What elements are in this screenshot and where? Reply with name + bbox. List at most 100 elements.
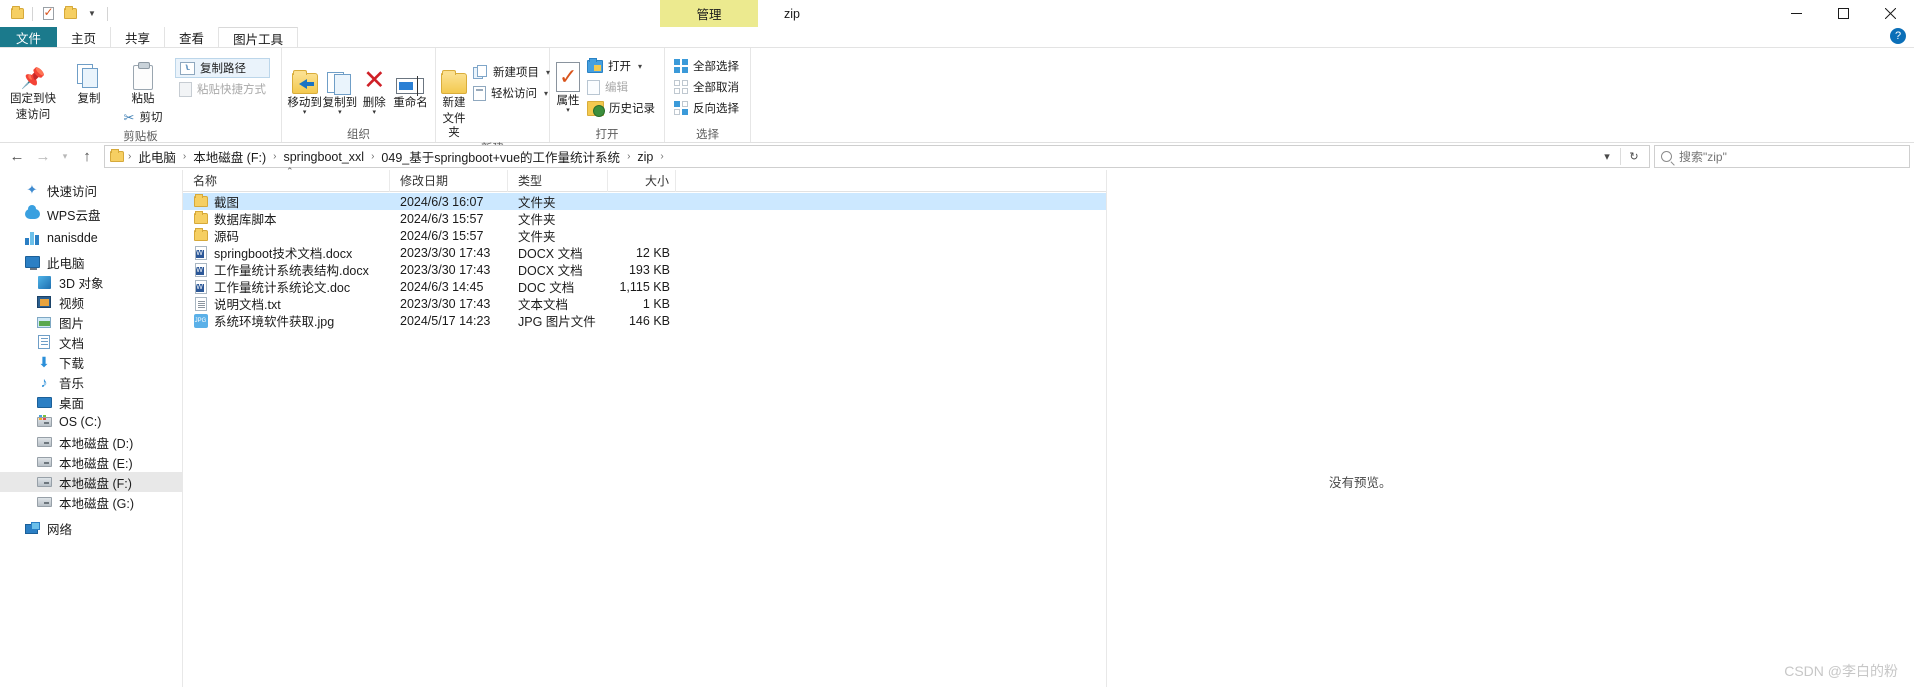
chevron-down-icon[interactable]: ▾ <box>638 62 642 71</box>
sidebar-item-music[interactable]: ♪ 音乐 <box>0 372 182 392</box>
sidebar-item-drive-d[interactable]: 本地磁盘 (D:) <box>0 432 182 452</box>
sidebar-item-wps-cloud[interactable]: WPS云盘 <box>0 204 182 224</box>
chevron-down-icon[interactable]: ▾ <box>373 109 377 116</box>
tab-share[interactable]: 共享 <box>111 27 166 48</box>
sidebar-item-network[interactable]: 网络 <box>0 518 182 538</box>
history-button[interactable]: 历史记录 <box>583 98 659 118</box>
window-title: zip <box>784 6 800 21</box>
table-row[interactable]: 工作量统计系统表结构.docx 2023/3/30 17:43 DOCX 文档 … <box>183 261 1106 278</box>
invert-selection-button[interactable]: 反向选择 <box>670 98 743 118</box>
manage-tab-group: 管理 zip <box>660 0 800 27</box>
recent-locations-caret-icon[interactable]: ▾ <box>56 145 74 169</box>
navigation-pane[interactable]: ✦ 快速访问 WPS云盘 nanisdde 此电脑 3D 对象 视频 图片 文档… <box>0 170 183 687</box>
chevron-down-icon[interactable]: ▾ <box>544 89 548 98</box>
sidebar-item-desktop[interactable]: 桌面 <box>0 392 182 412</box>
table-row[interactable]: 源码 2024/6/3 15:57 文件夹 <box>183 227 1106 244</box>
copy-icon <box>77 56 101 90</box>
breadcrumb-item-springboot-xxl[interactable]: springboot_xxl <box>278 150 369 164</box>
history-caret-icon[interactable]: ▾ <box>1594 146 1620 167</box>
sidebar-item-downloads[interactable]: ⬇ 下载 <box>0 352 182 372</box>
search-input[interactable]: 搜索"zip" <box>1654 145 1910 168</box>
tab-manage[interactable]: 管理 <box>660 0 758 27</box>
tab-view[interactable]: 查看 <box>165 27 220 48</box>
pin-to-quick-access-button[interactable]: 📌 固定到快 速访问 <box>5 52 61 122</box>
minimize-icon[interactable] <box>1773 0 1820 27</box>
back-arrow-icon[interactable]: ← <box>4 145 30 169</box>
pane-splitter[interactable] <box>1107 170 1110 687</box>
sidebar-item-drive-g[interactable]: 本地磁盘 (G:) <box>0 492 182 512</box>
table-row[interactable]: 截图 2024/6/3 16:07 文件夹 <box>183 193 1106 210</box>
maximize-icon[interactable] <box>1820 0 1867 27</box>
breadcrumb-item-zip[interactable]: zip <box>632 150 658 164</box>
copy-path-button[interactable]: \\.. 复制路径 <box>175 58 270 78</box>
rename-button[interactable]: 重命名 <box>391 56 430 110</box>
select-none-button[interactable]: 全部取消 <box>670 77 743 97</box>
network-icon <box>24 520 40 536</box>
column-header-type[interactable]: 类型 <box>508 169 608 192</box>
move-to-button[interactable]: 移动到 ▾ <box>287 56 322 116</box>
sidebar-item-documents[interactable]: 文档 <box>0 332 182 352</box>
help-icon[interactable]: ? <box>1890 28 1906 44</box>
customize-caret-icon[interactable]: ▼ <box>81 3 103 25</box>
copy-path-icon: \\.. <box>180 61 195 75</box>
breadcrumb[interactable]: › 此电脑 › 本地磁盘 (F:) › springboot_xxl › 049… <box>104 145 1650 168</box>
forward-arrow-icon[interactable]: → <box>30 145 56 169</box>
sidebar-item-pictures[interactable]: 图片 <box>0 312 182 332</box>
sidebar-item-drive-f[interactable]: 本地磁盘 (F:) <box>0 472 182 492</box>
column-header-name[interactable]: ⌃ 名称 <box>183 166 390 192</box>
tab-home[interactable]: 主页 <box>57 27 112 48</box>
sidebar-item-nanisdde[interactable]: nanisdde <box>0 228 182 248</box>
table-row[interactable]: JPG 系统环境软件获取.jpg 2024/5/17 14:23 JPG 图片文件… <box>183 312 1106 329</box>
close-icon[interactable] <box>1867 0 1914 27</box>
folder-icon[interactable] <box>6 3 28 25</box>
file-date: 2023/3/30 17:43 <box>400 296 491 311</box>
new-folder-icon <box>441 60 467 94</box>
table-row[interactable]: springboot技术文档.docx 2023/3/30 17:43 DOCX… <box>183 244 1106 261</box>
table-row[interactable]: 数据库脚本 2024/6/3 15:57 文件夹 <box>183 210 1106 227</box>
file-size: 1,115 KB <box>619 279 670 294</box>
properties-button[interactable]: 属性 ▾ <box>555 54 581 114</box>
copy-button[interactable]: 复制 <box>61 52 117 106</box>
chevron-down-icon[interactable]: ▾ <box>303 109 307 116</box>
chevron-down-icon[interactable]: ▾ <box>566 107 570 114</box>
column-header-date[interactable]: 修改日期 <box>390 169 508 192</box>
sidebar-item-this-pc[interactable]: 此电脑 <box>0 252 182 272</box>
open-button[interactable]: 打开 ▾ <box>583 56 659 76</box>
edit-button[interactable]: 编辑 <box>583 77 659 97</box>
easy-access-button[interactable]: 轻松访问 ▾ <box>469 83 554 103</box>
copy-to-button[interactable]: 复制到 ▾ <box>322 56 357 116</box>
tab-file[interactable]: 文件 <box>0 27 58 48</box>
sidebar-item-3d-objects[interactable]: 3D 对象 <box>0 272 182 292</box>
breadcrumb-item-drive-f[interactable]: 本地磁盘 (F:) <box>188 147 271 166</box>
cut-button[interactable]: ✂ 剪切 <box>124 108 163 128</box>
up-arrow-icon[interactable]: ↑ <box>74 145 100 169</box>
chevron-down-icon[interactable]: ▾ <box>338 109 342 116</box>
delete-icon: ✕ <box>362 65 386 95</box>
column-header-size[interactable]: 大小 <box>608 169 676 192</box>
tab-picture-tools[interactable]: 图片工具 <box>219 27 299 48</box>
properties-icon <box>556 58 580 92</box>
table-row[interactable]: 工作量统计系统论文.doc 2024/6/3 14:45 DOC 文档 1,11… <box>183 278 1106 295</box>
jpg-image-icon: JPG <box>193 313 208 328</box>
new-folder-icon[interactable] <box>59 3 81 25</box>
paste-button[interactable]: 粘贴 ✂ 剪切 <box>117 52 169 128</box>
refresh-icon[interactable]: ↻ <box>1621 146 1647 167</box>
breadcrumb-item-project[interactable]: 049_基于springboot+vue的工作量统计系统 <box>376 147 625 166</box>
breadcrumb-item-this-pc[interactable]: 此电脑 <box>133 147 181 166</box>
sidebar-item-os-drive[interactable]: OS (C:) <box>0 412 182 432</box>
delete-button[interactable]: ✕ 删除 ▾ <box>358 56 391 117</box>
sidebar-item-drive-e[interactable]: 本地磁盘 (E:) <box>0 452 182 472</box>
file-date: 2024/6/3 15:57 <box>400 211 484 226</box>
breadcrumb-separator: › <box>660 151 664 162</box>
new-item-button[interactable]: 新建项目 ▾ <box>469 62 554 82</box>
paste-shortcut-button[interactable]: 粘贴快捷方式 <box>175 79 270 99</box>
properties-icon[interactable] <box>37 3 59 25</box>
table-row[interactable]: 说明文档.txt 2023/3/30 17:43 文本文档 1 KB <box>183 295 1106 312</box>
new-folder-button[interactable]: 新建 文件夹 <box>441 56 467 140</box>
downloads-icon: ⬇ <box>38 354 50 370</box>
sidebar-item-videos[interactable]: 视频 <box>0 292 182 312</box>
select-all-button[interactable]: 全部选择 <box>670 56 743 76</box>
drive-icon <box>36 454 52 470</box>
sidebar-item-quick-access[interactable]: ✦ 快速访问 <box>0 180 182 200</box>
file-date: 2024/6/3 15:57 <box>400 228 484 243</box>
